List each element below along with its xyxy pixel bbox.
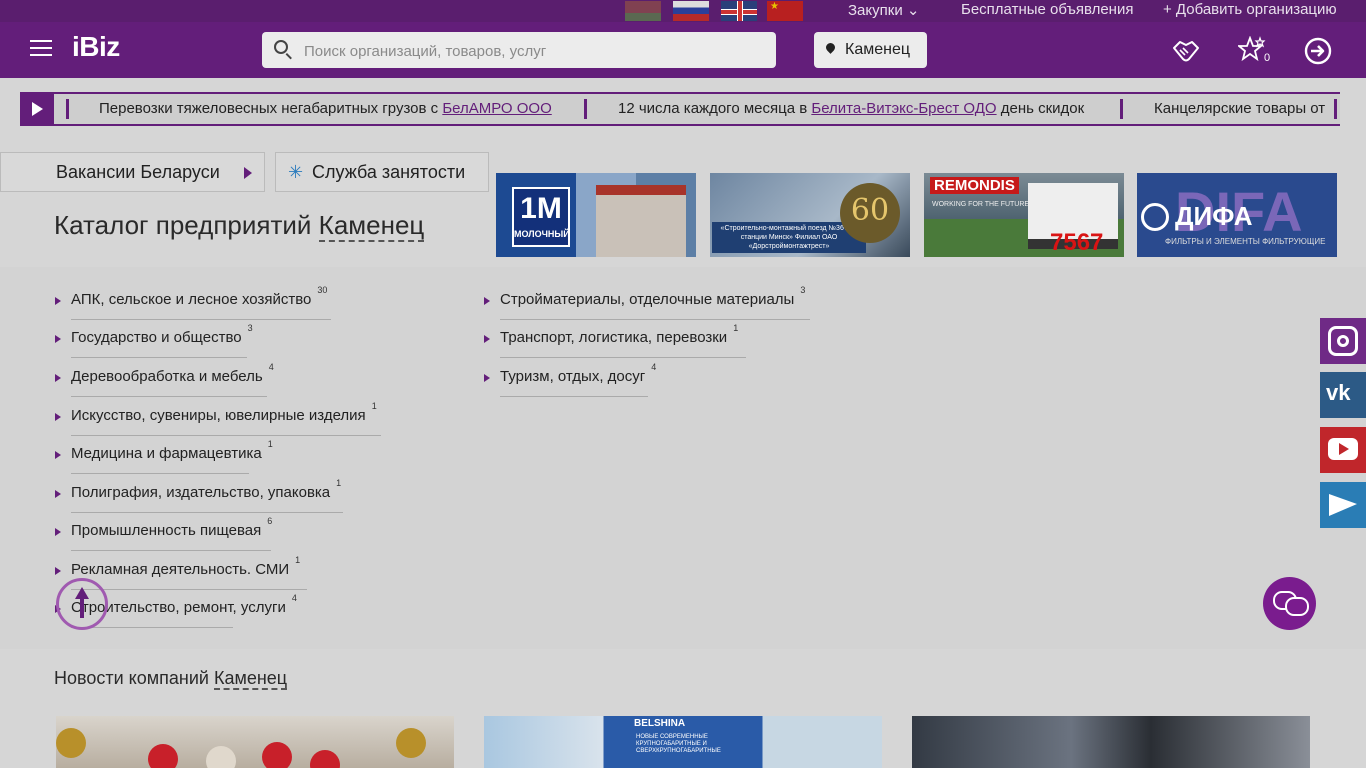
bullet-icon [55, 528, 61, 536]
logo[interactable]: iBiz [72, 31, 120, 63]
login-icon[interactable] [1303, 36, 1333, 66]
company-news-section: Новости компаний Каменец BELSHINA НОВЫЕ … [0, 650, 1366, 768]
belshina-text: НОВЫЕ СОВРЕМЕННЫЕ КРУПНОГАБАРИТНЫЕ И СВЕ… [636, 734, 721, 754]
bullet-icon [55, 413, 61, 421]
russia-flag-icon[interactable] [673, 1, 709, 21]
search-box [262, 32, 776, 70]
header: iBiz Каменец 0 [0, 22, 1366, 78]
chat-button[interactable] [1263, 577, 1316, 630]
difa-name: ДИФА [1175, 201, 1253, 231]
uk-flag-icon[interactable] [721, 1, 757, 21]
banner-remondis[interactable]: REMONDIS WORKING FOR THE FUTURE 7567 [924, 173, 1124, 257]
instagram-icon[interactable] [1320, 318, 1366, 364]
ticker-link-belamro[interactable]: БелАМРО ООО [442, 100, 551, 117]
belshina-logo: BELSHINA [634, 718, 686, 729]
telegram-icon[interactable] [1320, 482, 1366, 528]
chevron-down-icon: ⌄ [906, 2, 920, 19]
employment-service-tab[interactable]: ✳ Служба занятости [275, 152, 489, 192]
search-input[interactable] [302, 32, 766, 70]
news-title-text: Новости компаний [54, 668, 214, 688]
building-image [596, 185, 686, 257]
remondis-tagline: WORKING FOR THE FUTURE [932, 201, 1030, 208]
menu-icon[interactable] [30, 40, 52, 56]
vacancies-label: Вакансии Беларуси [56, 162, 220, 182]
ticker-separator [66, 99, 69, 119]
top-bar: ★ Закупки ⌄ Бесплатные объявления + Доба… [0, 0, 1366, 22]
arrow-right-icon [244, 167, 252, 179]
bullet-icon [484, 335, 490, 343]
ticker-item: Канцелярские товары от [1154, 100, 1325, 117]
location-pin-icon [824, 41, 837, 54]
ticker-link-belita[interactable]: Белита-Витэкс-Брест ОДО [811, 100, 996, 117]
news-title: Новости компаний Каменец [54, 668, 288, 690]
banner-1m-molochny[interactable]: 1M МОЛОЧНЫЙ [496, 173, 696, 257]
ticker-item: 12 числа каждого месяца в Белита-Витэкс-… [618, 100, 1084, 117]
bullet-icon [484, 374, 490, 382]
bullet-icon [55, 335, 61, 343]
bullet-icon [55, 297, 61, 305]
employment-logo-icon: ✳ [288, 162, 304, 182]
ticker-separator [1334, 99, 1337, 119]
news-ticker: Перевозки тяжеловесных негабаритных груз… [20, 92, 1340, 126]
news-image-balloons[interactable] [56, 716, 454, 768]
bullet-icon [484, 297, 490, 305]
catalog-title-text: Каталог предприятий [54, 210, 319, 240]
bullet-icon [55, 490, 61, 498]
banner-dorstroymontazhtrest[interactable]: «Строительно-монтажный поезд №367 на ста… [710, 173, 910, 257]
employment-label: Служба занятости [312, 162, 466, 182]
play-icon[interactable] [20, 94, 54, 124]
china-flag-icon[interactable]: ★ [767, 1, 803, 21]
handshake-icon[interactable] [1171, 36, 1201, 66]
ticker-text: день скидок [996, 100, 1085, 117]
chat-bubble-icon [1285, 597, 1309, 616]
gear-icon [1141, 203, 1169, 231]
ticker-item: Перевозки тяжеловесных негабаритных груз… [99, 100, 552, 117]
bullet-icon [55, 374, 61, 382]
favorites-count: 0 [1264, 52, 1271, 64]
youtube-icon[interactable] [1320, 427, 1366, 473]
ticker-text: 12 числа каждого месяца в [618, 100, 812, 117]
free-ads-link[interactable]: Бесплатные объявления [961, 1, 1133, 18]
news-image-belshina[interactable]: BELSHINA НОВЫЕ СОВРЕМЕННЫЕ КРУПНОГАБАРИТ… [484, 716, 882, 768]
belarus-flag-icon[interactable] [625, 1, 661, 21]
difa-subtitle: ФИЛЬТРЫ И ЭЛЕМЕНТЫ ФИЛЬТРУЮЩИЕ [1165, 237, 1326, 246]
bullet-icon [55, 567, 61, 575]
scroll-up-button[interactable] [56, 578, 108, 630]
zakupki-dropdown[interactable]: Закупки ⌄ [848, 1, 919, 19]
remondis-logo: REMONDIS [930, 177, 1019, 194]
news-image-machinery[interactable] [912, 716, 1310, 768]
zakupki-label: Закупки [848, 2, 903, 19]
ticker-separator [1120, 99, 1123, 119]
banner-difa[interactable]: DIFA ДИФА ФИЛЬТРЫ И ЭЛЕМЕНТЫ ФИЛЬТРУЮЩИЕ [1137, 173, 1337, 257]
search-icon[interactable] [274, 40, 288, 54]
vk-icon[interactable]: vk [1320, 372, 1366, 418]
vacancies-tab[interactable]: Вакансии Беларуси [0, 152, 265, 192]
remondis-phone: 7567 [1050, 229, 1104, 256]
anniversary-badge: 60 [840, 183, 900, 243]
city-selector-button[interactable]: Каменец [814, 32, 927, 68]
ticker-text: Перевозки тяжеловесных негабаритных груз… [99, 100, 443, 117]
bullet-icon [55, 451, 61, 459]
news-city-link[interactable]: Каменец [213, 668, 288, 690]
1m-logo: 1M МОЛОЧНЫЙ [512, 187, 570, 247]
add-organization-link[interactable]: + Добавить организацию [1163, 1, 1337, 18]
catalog-list: АПК, сельское и лесное хозяйство30 Госуд… [0, 267, 1366, 649]
ticker-text: Канцелярские товары от [1154, 100, 1326, 117]
catalog-city-link[interactable]: Каменец [318, 210, 425, 242]
ticker-separator [584, 99, 587, 119]
catalog-title: Каталог предприятий Каменец [54, 210, 425, 242]
city-label: Каменец [845, 41, 911, 58]
